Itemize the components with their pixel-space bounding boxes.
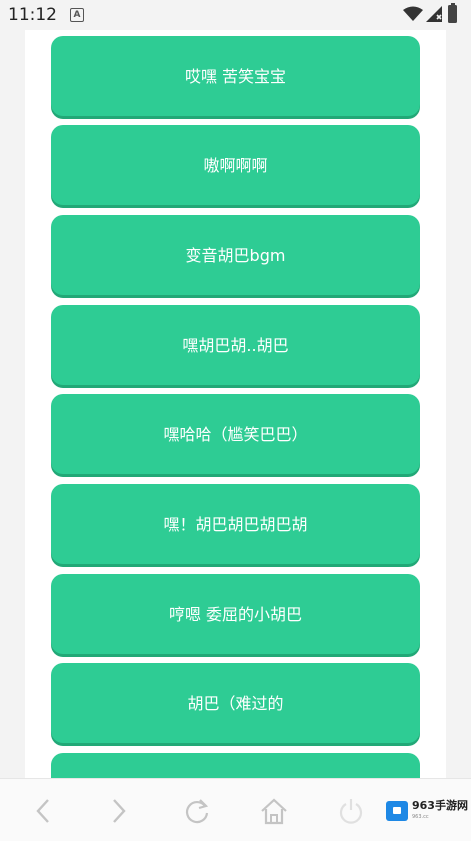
forward-button[interactable] xyxy=(103,795,135,827)
sound-label: 嘿哈哈（尴笑巴巴） xyxy=(163,425,308,444)
a-badge-icon: A xyxy=(70,8,84,22)
site-logo: 963手游网 963.cc xyxy=(386,799,468,823)
sound-label: 嗷啊啊啊 xyxy=(203,156,268,175)
battery-icon xyxy=(448,3,457,23)
logo-mark-icon xyxy=(386,801,408,821)
chevron-right-icon xyxy=(113,799,126,823)
sound-label: 变音胡巴bgm xyxy=(185,246,286,265)
sound-button[interactable]: 嘿！胡巴胡巴胡巴胡 xyxy=(51,484,420,564)
power-button[interactable] xyxy=(335,795,367,827)
signal-icon xyxy=(426,6,442,26)
home-icon xyxy=(261,798,287,825)
status-bar: 11:12 A xyxy=(0,0,471,30)
sound-button[interactable]: 嗷啊啊啊 xyxy=(51,125,420,205)
sound-button[interactable]: 变音胡巴bgm xyxy=(51,215,420,295)
power-icon xyxy=(339,799,363,824)
sound-label: 哼嗯 委屈的小胡巴 xyxy=(168,605,303,624)
sound-button[interactable] xyxy=(51,753,420,778)
bottom-nav: 963手游网 963.cc xyxy=(0,778,471,841)
refresh-button[interactable] xyxy=(181,795,213,827)
home-button[interactable] xyxy=(258,795,290,827)
chevron-left-icon xyxy=(36,799,49,823)
sound-button[interactable]: 嘿胡巴胡..胡巴 xyxy=(51,305,420,385)
sound-button[interactable]: 哼嗯 委屈的小胡巴 xyxy=(51,574,420,654)
logo-text: 963手游网 xyxy=(412,798,468,812)
refresh-icon xyxy=(185,799,209,824)
wifi-icon xyxy=(403,6,423,26)
logo-subtext: 963.cc xyxy=(412,813,429,820)
sound-label: 嘿！胡巴胡巴胡巴胡 xyxy=(163,515,308,534)
sound-label: 嘿胡巴胡..胡巴 xyxy=(182,336,289,355)
status-time: 11:12 xyxy=(8,5,57,25)
sound-button[interactable]: 胡巴（难过的 xyxy=(51,663,420,743)
back-button[interactable] xyxy=(27,795,59,827)
sound-list-panel[interactable]: 哎嘿 苦笑宝宝 嗷啊啊啊 变音胡巴bgm 嘿胡巴胡..胡巴 嘿哈哈（尴笑巴巴） … xyxy=(25,30,446,778)
sound-label: 胡巴（难过的 xyxy=(187,694,284,713)
sound-button[interactable]: 哎嘿 苦笑宝宝 xyxy=(51,36,420,116)
sound-button[interactable]: 嘿哈哈（尴笑巴巴） xyxy=(51,394,420,474)
sound-label: 哎嘿 苦笑宝宝 xyxy=(184,67,287,86)
